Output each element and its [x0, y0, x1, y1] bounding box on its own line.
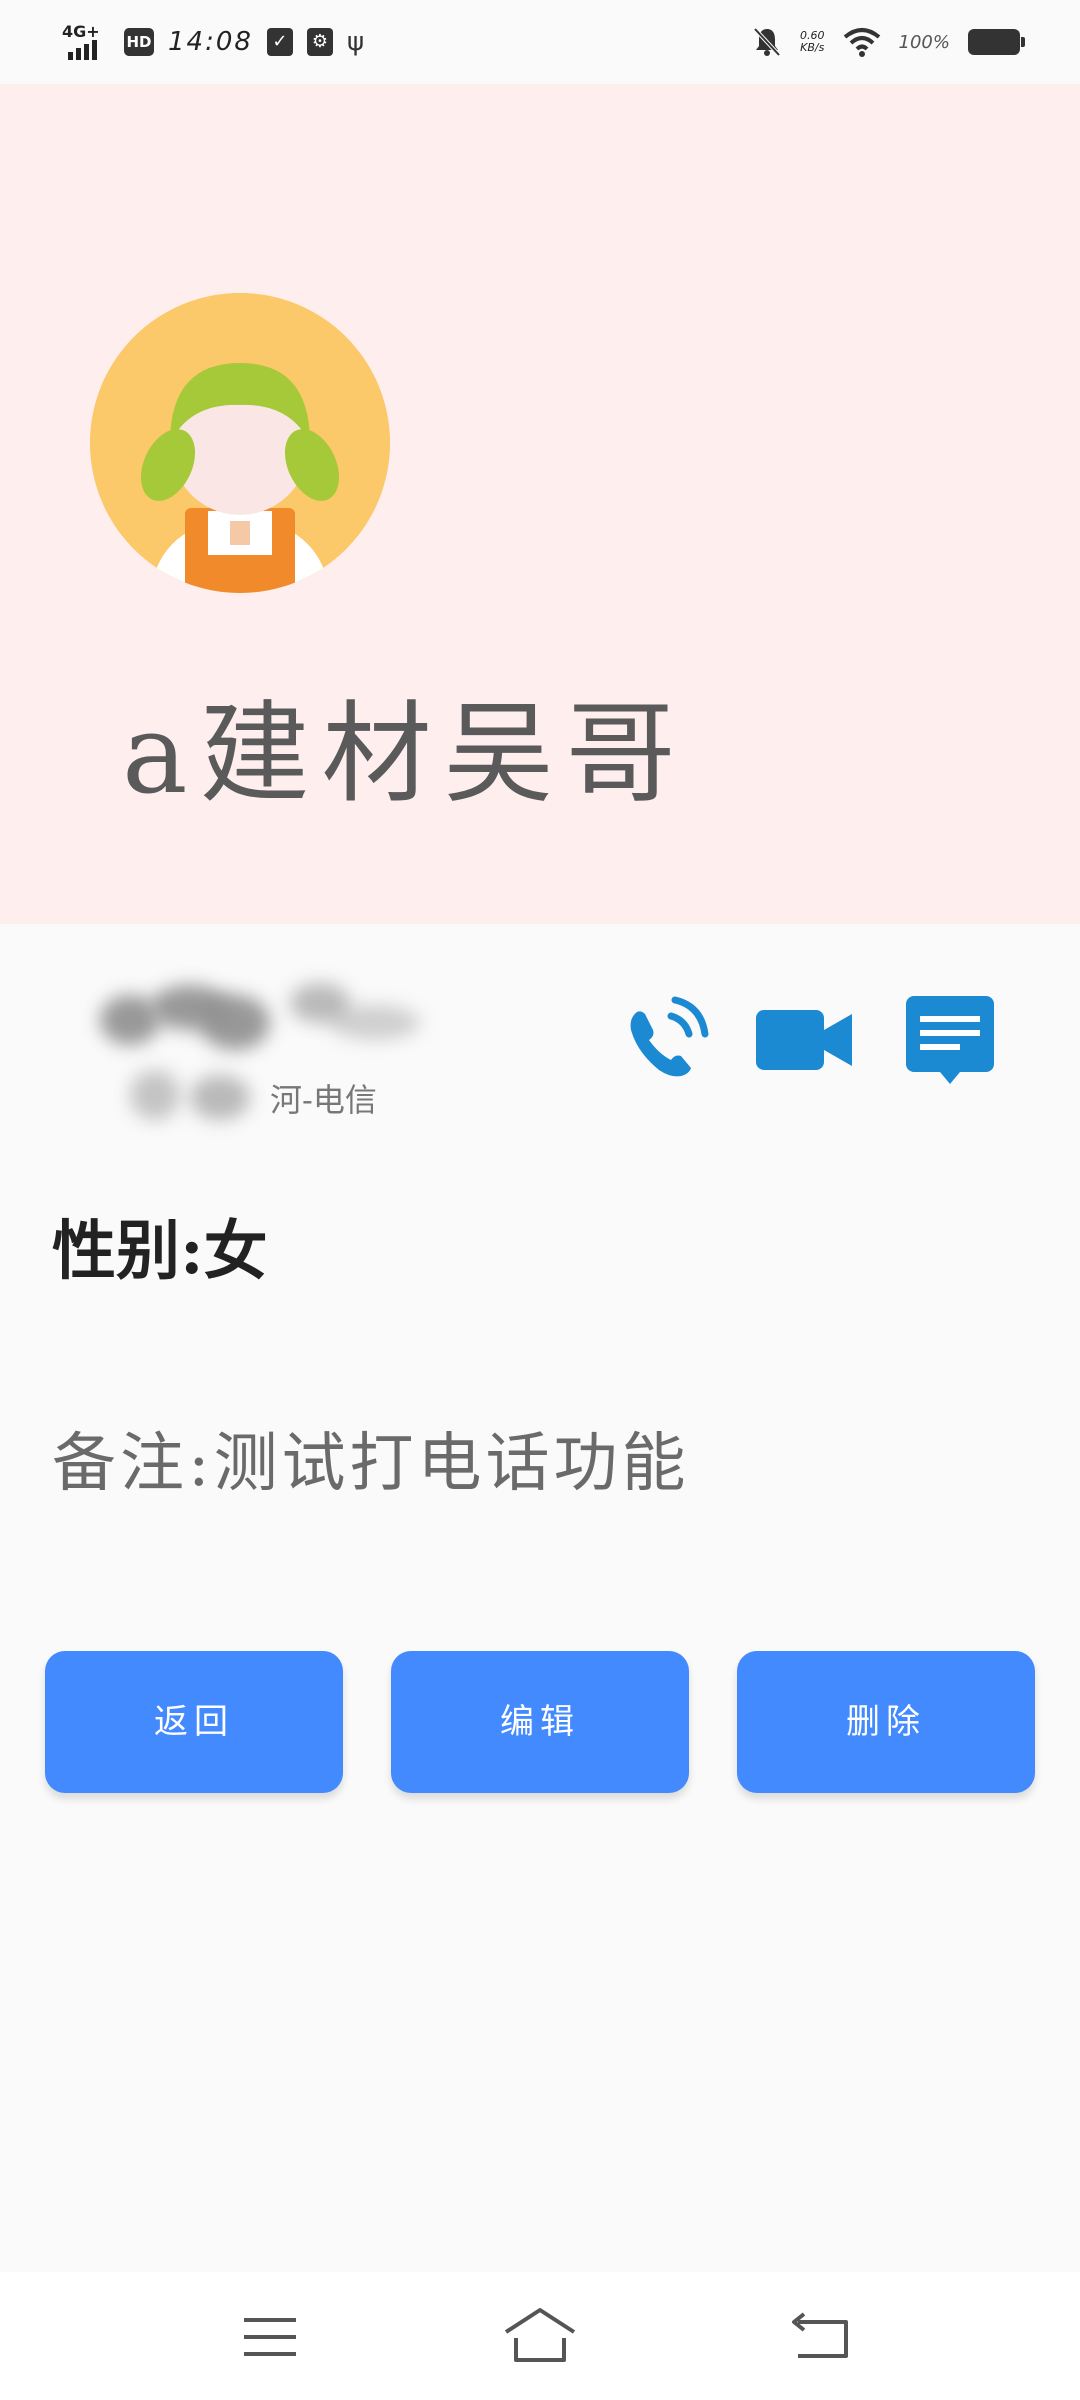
back-button[interactable]: 返回: [45, 1651, 343, 1793]
signal-icon: 4G+: [62, 22, 110, 62]
usb-debug-icon: ⚙: [306, 28, 333, 56]
battery-icon: [968, 29, 1025, 55]
phone-number-block: 河-电信: [90, 975, 450, 1125]
message-icon[interactable]: [900, 990, 1000, 1090]
status-time: 14:08: [168, 27, 253, 57]
redaction-blob: [200, 995, 270, 1050]
carrier-label: 河-电信: [270, 1081, 377, 1119]
hd-badge: HD: [124, 28, 154, 56]
network-type: 4G+: [62, 22, 100, 41]
battery-percent: 100%: [898, 31, 950, 53]
gender-label: 性别:: [52, 1214, 204, 1289]
navigation-bar: [0, 2272, 1080, 2400]
back-icon[interactable]: [782, 2302, 862, 2372]
avatar-girl-icon[interactable]: [90, 293, 390, 593]
redaction-blob: [330, 1005, 420, 1040]
remark-field: 备注:测试打电话功能: [52, 1412, 690, 1504]
gender-value: 女: [203, 1214, 268, 1289]
home-icon[interactable]: [500, 2302, 580, 2372]
redaction-blob: [190, 1075, 250, 1120]
remark-value: 测试打电话功能: [213, 1427, 690, 1501]
mute-bell-icon: [753, 27, 781, 57]
status-bar-left: 4G+ HD 14:08 ✓ ⚙ ψ: [62, 20, 364, 64]
video-call-icon[interactable]: [754, 990, 854, 1090]
menu-icon[interactable]: [230, 2302, 310, 2372]
phone-call-icon[interactable]: [615, 990, 715, 1090]
gender-field: 性别:女: [52, 1200, 268, 1292]
contact-detail-screen: 4G+ HD 14:08 ✓ ⚙ ψ 0.60 KB/s 100% a建材吴哥 …: [0, 0, 1080, 2400]
wifi-icon: [843, 28, 880, 57]
contact-name: a建材吴哥: [122, 690, 688, 818]
speed-unit: KB/s: [800, 41, 825, 54]
usb-icon: ψ: [346, 27, 365, 57]
remark-label: 备注:: [52, 1427, 214, 1501]
redaction-blob: [130, 1070, 180, 1120]
status-bar-right: 0.60 KB/s 100%: [752, 20, 1025, 64]
check-clipboard-icon: ✓: [266, 28, 293, 56]
status-bar: 4G+ HD 14:08 ✓ ⚙ ψ 0.60 KB/s 100%: [0, 0, 1080, 84]
network-speed: 0.60 KB/s: [800, 30, 825, 54]
edit-button[interactable]: 编辑: [391, 1651, 689, 1793]
delete-button[interactable]: 删除: [737, 1651, 1035, 1793]
profile-header: a建材吴哥: [0, 84, 1080, 924]
